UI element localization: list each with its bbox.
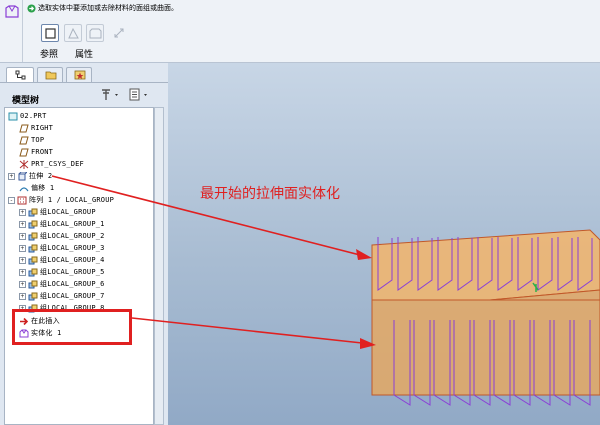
rectangle-icon bbox=[45, 28, 56, 39]
highlight-box bbox=[12, 309, 132, 345]
annotation-text: 最开始的拉伸面实体化 bbox=[200, 186, 340, 202]
tree-show-button[interactable] bbox=[128, 88, 152, 102]
group-icon bbox=[28, 232, 38, 240]
tree-item-top[interactable]: TOP bbox=[19, 134, 44, 146]
group-icon bbox=[28, 208, 38, 216]
tree-item-label: 02.PRT bbox=[20, 112, 47, 120]
expand-icon[interactable]: + bbox=[19, 280, 26, 288]
tree-item-label: 组LOCAL_GROUP_1 bbox=[40, 220, 105, 228]
pattern-icon bbox=[17, 196, 27, 204]
group-icon bbox=[28, 256, 38, 264]
tree-item-group[interactable]: + 组LOCAL_GROUP_2 bbox=[19, 230, 105, 242]
tree-item-label: 组LOCAL_GROUP_6 bbox=[40, 280, 105, 288]
tree-item-group[interactable]: + 组LOCAL_GROUP_3 bbox=[19, 242, 105, 254]
expand-icon[interactable]: + bbox=[19, 220, 26, 228]
tree-item-label: 阵列 1 / LOCAL_GROUP bbox=[29, 196, 115, 204]
csys-icon bbox=[19, 159, 29, 169]
feature-dashboard: 选取实体中要添加或去除材料的面组或曲面。 参照 属性 bbox=[0, 0, 600, 63]
group-icon bbox=[28, 280, 38, 288]
extrude-icon bbox=[18, 171, 27, 180]
tree-item-part[interactable]: 02.PRT bbox=[8, 110, 47, 122]
expand-icon[interactable]: + bbox=[19, 256, 26, 264]
tree-item-front[interactable]: FRONT bbox=[19, 146, 53, 158]
tab-model-tree[interactable] bbox=[6, 67, 34, 82]
collapse-icon[interactable]: - bbox=[8, 196, 15, 204]
tab-divider bbox=[0, 82, 168, 83]
tab-properties[interactable]: 属性 bbox=[75, 47, 93, 60]
model-tree: 02.PRT RIGHT TOP FRONT PRT_CSYS_DEF + 拉伸 … bbox=[4, 107, 154, 425]
divider bbox=[22, 0, 23, 62]
tree-item-csys[interactable]: PRT_CSYS_DEF bbox=[19, 158, 84, 170]
tree-item-label: 组LOCAL_GROUP bbox=[40, 208, 96, 216]
expand-icon[interactable]: + bbox=[19, 208, 26, 216]
tree-item-label: PRT_CSYS_DEF bbox=[31, 160, 84, 168]
tree-item-label: 拉伸 2 bbox=[29, 172, 53, 180]
part-icon bbox=[8, 112, 18, 120]
solidify-feature-icon bbox=[5, 5, 19, 18]
expand-icon[interactable]: + bbox=[19, 268, 26, 276]
group-icon bbox=[28, 292, 38, 300]
surface-replace-button[interactable] bbox=[41, 24, 59, 42]
flip-direction-button[interactable] bbox=[110, 24, 128, 42]
tree-item-label: 组LOCAL_GROUP_2 bbox=[40, 232, 105, 240]
folder-icon bbox=[45, 71, 57, 80]
expand-icon[interactable]: + bbox=[19, 232, 26, 240]
group-icon bbox=[28, 268, 38, 276]
tree-item-group[interactable]: + 组LOCAL_GROUP_5 bbox=[19, 266, 105, 278]
group-icon bbox=[28, 220, 38, 228]
tree-settings-button[interactable] bbox=[100, 88, 122, 102]
expand-icon[interactable]: + bbox=[19, 292, 26, 300]
tree-item-label: 组LOCAL_GROUP_4 bbox=[40, 256, 105, 264]
navigator-panel: 模型树 02.PRT RIGHT TOP FRONT PRT_CSYS_DEF bbox=[0, 63, 168, 425]
datum-plane-icon bbox=[19, 136, 29, 144]
expand-icon[interactable]: + bbox=[8, 172, 15, 180]
tree-item-right[interactable]: RIGHT bbox=[19, 122, 53, 134]
tree-item-label: 组LOCAL_GROUP_5 bbox=[40, 268, 105, 276]
tree-icon bbox=[15, 70, 26, 80]
tree-item-group[interactable]: + 组LOCAL_GROUP bbox=[19, 206, 96, 218]
settings-tools-icon bbox=[102, 89, 118, 100]
tree-item-label: 组LOCAL_GROUP_7 bbox=[40, 292, 105, 300]
tree-item-label: 偏移 1 bbox=[31, 184, 55, 192]
tree-item-offset[interactable]: 偏移 1 bbox=[19, 182, 54, 194]
tree-item-group[interactable]: + 组LOCAL_GROUP_1 bbox=[19, 218, 105, 230]
show-list-icon bbox=[129, 88, 147, 101]
tree-item-pattern[interactable]: - 阵列 1 / LOCAL_GROUP bbox=[8, 194, 114, 206]
open-box-icon bbox=[89, 28, 102, 39]
expand-icon[interactable]: + bbox=[19, 244, 26, 252]
tree-item-group[interactable]: + 组LOCAL_GROUP_6 bbox=[19, 278, 105, 290]
graphics-viewport[interactable] bbox=[168, 63, 600, 425]
triangle-icon bbox=[68, 28, 79, 39]
datum-plane-icon bbox=[19, 124, 29, 132]
tree-item-group[interactable]: + 组LOCAL_GROUP_4 bbox=[19, 254, 105, 266]
tab-favorites[interactable] bbox=[66, 67, 92, 82]
favorites-icon bbox=[74, 70, 86, 80]
tab-folder-browser[interactable] bbox=[37, 67, 63, 82]
offset-icon bbox=[19, 186, 29, 191]
hint-text: 选取实体中要添加或去除材料的面组或曲面。 bbox=[38, 4, 178, 12]
group-icon bbox=[28, 244, 38, 252]
remove-material-button[interactable] bbox=[64, 24, 82, 42]
flip-icon bbox=[114, 28, 124, 38]
patch-button[interactable] bbox=[86, 24, 104, 42]
tree-item-extrude[interactable]: + 拉伸 2 bbox=[8, 170, 52, 182]
tree-scrollbar[interactable] bbox=[154, 107, 164, 425]
model-tree-title: 模型树 bbox=[12, 96, 40, 106]
tree-item-group[interactable]: + 组LOCAL_GROUP_7 bbox=[19, 290, 105, 302]
datum-plane-icon bbox=[19, 148, 29, 156]
tree-item-label: 组LOCAL_GROUP_3 bbox=[40, 244, 105, 252]
tree-item-label: FRONT bbox=[31, 148, 54, 156]
tab-reference[interactable]: 参照 bbox=[40, 47, 58, 60]
tree-item-label: RIGHT bbox=[31, 124, 54, 132]
arrow-right-icon bbox=[27, 4, 36, 13]
tree-item-label: TOP bbox=[31, 136, 45, 144]
